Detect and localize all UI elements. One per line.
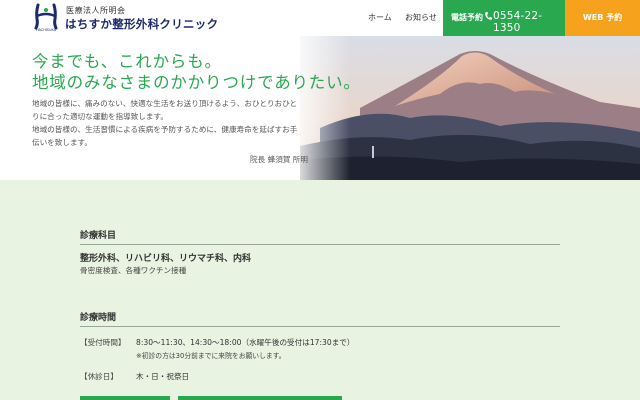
site-header: HACHISUKA 医療法人所明会 はちすか整形外科クリニック ホーム お知らせ… [0, 0, 640, 36]
nav-home-link[interactable]: ホーム [368, 12, 392, 23]
bottom-button-left[interactable] [80, 396, 170, 400]
closed-days-label: 【休診日】 [80, 372, 118, 381]
web-reservation-button[interactable]: WEB 予約 [565, 0, 640, 36]
hours-divider [80, 326, 560, 327]
logo-subtitle: 医療法人所明会 [66, 6, 126, 15]
departments-main: 整形外科、リハビリ科、リウマチ科、内科 [80, 254, 252, 264]
intro-text: 地域の皆様に、痛みのない、快適な生活をお送り頂けるよう、おひとりおひと りに合っ… [32, 97, 318, 149]
logo-mark-icon[interactable]: HACHISUKA [32, 2, 60, 32]
hero-section: 今までも、これからも。 地域のみなさまのかかりつけでありたい。 地域の皆様に、痛… [0, 36, 640, 180]
tel-reservation-button[interactable]: 電話予約 0554-22-1350 [443, 0, 565, 36]
departments-title: 診療科目 [80, 231, 117, 241]
intro-line: 伝いを致します。 [32, 138, 92, 147]
clinic-info-section: 診療科目 整形外科、リハビリ科、リウマチ科、内科 骨密度検査、各種ワクチン接種 … [0, 180, 640, 400]
intro-line: りに合った適切な運動を指導致します。 [32, 112, 168, 121]
intro-line: 地域の皆様に、痛みのない、快適な生活をお送り頂けるよう、おひとりおひと [32, 99, 298, 108]
reception-label: 【受付時間】 [80, 338, 126, 347]
nav-news-link[interactable]: お知らせ [405, 12, 437, 23]
departments-divider [80, 244, 560, 245]
catchphrase-line-2: 地域のみなさまのかかりつけでありたい。 [32, 73, 361, 92]
closed-days-value: 木・日・祝祭日 [136, 372, 190, 381]
director-signature: 院長 蜂須賀 所明 [250, 155, 308, 164]
departments-sub: 骨密度検査、各種ワクチン接種 [80, 266, 187, 275]
reception-note: ※初診の方は30分前までに来院をお願いします。 [136, 352, 286, 360]
bottom-button-right[interactable] [178, 396, 342, 400]
mount-fuji-image [300, 36, 640, 180]
hours-title: 診療時間 [80, 313, 117, 323]
tel-label: 電話予約 [451, 13, 483, 22]
logo-mark-text: HACHISUKA [36, 28, 57, 32]
intro-line: 地域の皆様の、生活習慣による疾病を予防するために、健康寿命を延ばすお手 [32, 125, 298, 134]
phone-icon [485, 12, 492, 20]
logo-clinic-name[interactable]: はちすか整形外科クリニック [65, 16, 218, 32]
tel-number: 0554-22-1350 [493, 10, 543, 34]
reception-value: 8:30～11:30、14:30～18:00（水曜午後の受付は17:30まで） [136, 338, 355, 347]
